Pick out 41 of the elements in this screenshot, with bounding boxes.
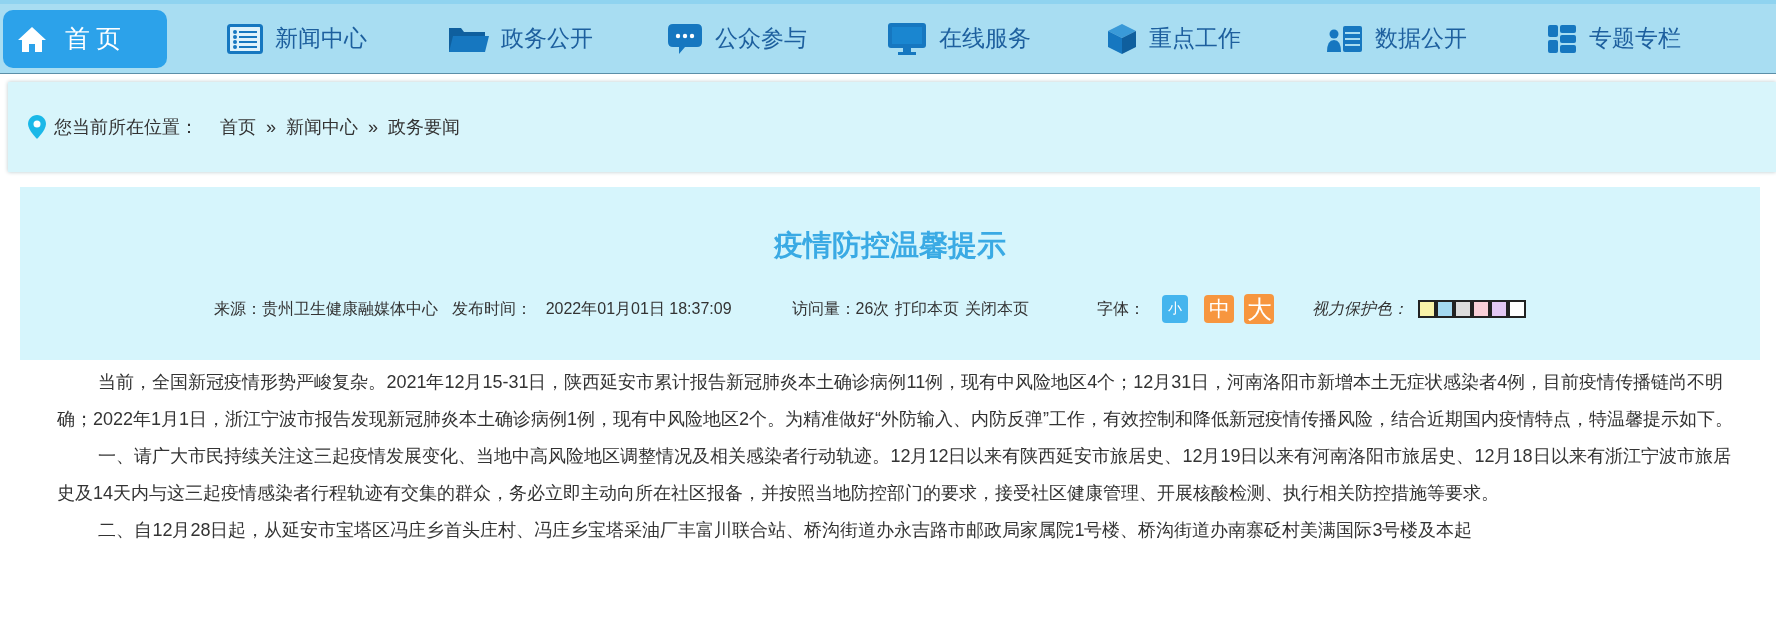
cube-icon	[1107, 22, 1137, 55]
font-size-label: 字体：	[1097, 298, 1146, 319]
color-swatch[interactable]	[1490, 300, 1509, 318]
publish-label: 发布时间：	[451, 298, 532, 319]
breadcrumb-link[interactable]: 首页	[220, 115, 256, 139]
close-link[interactable]: 关闭本页	[965, 298, 1030, 320]
location-pin-icon	[28, 115, 46, 139]
publish-time: 2022年01月01日 18:37:09	[545, 298, 732, 319]
breadcrumb-link[interactable]: 政务要闻	[388, 115, 461, 139]
monitor-icon	[887, 21, 927, 56]
breadcrumb-separator: »	[266, 116, 276, 138]
source-label: 来源：贵州卫生健康融媒体中心	[213, 298, 438, 319]
nav-tab[interactable]: 首页	[3, 9, 167, 68]
article-title: 疫情防控温馨提示	[774, 228, 1006, 263]
nav-tab[interactable]: 重点工作	[1107, 9, 1327, 68]
breadcrumb-link[interactable]: 新闻中心	[286, 115, 358, 139]
article-paragraph: 当前，全国新冠疫情形势严峻复杂。2021年12月15-31日，陕西延安市累计报告新冠肺炎本土确诊病例11例，现有中风险地区4个；12月31日，河南洛阳市新增本土无症状感染者4例，目前疫情传播链尚不明确；2022年1月1日，浙江宁波市报告发现新冠肺炎本土确诊病例1例，现有中风险地区2个。为精准做好“外防输入、内防反弹”工作，有效控制和降低新冠疫情传播风险，结合近期国内疫情特点，特温馨提示如下。	[57, 371, 1735, 431]
color-swatch[interactable]	[1472, 300, 1491, 318]
chat-bubble-icon	[667, 22, 703, 55]
home-icon	[17, 24, 47, 53]
color-swatch[interactable]	[1508, 300, 1527, 318]
color-swatch[interactable]	[1436, 300, 1455, 318]
article-paragraph: 二、自12月28日起，从延安市宝塔区冯庄乡首头庄村、冯庄乡宝塔采油厂丰富川联合站、桥沟街道办永吉路市邮政局家属院1号楼、桥沟街道办南寨砭村美满国际3号楼及本起	[97, 519, 1474, 542]
eye-care-label: 视力保护色：	[1312, 298, 1409, 319]
font-size-button[interactable]: 小	[1162, 295, 1189, 323]
nav-tab[interactable]: 在线服务	[887, 9, 1107, 68]
breadcrumb-separator: »	[368, 116, 379, 138]
nav-tab[interactable]: 新闻中心	[227, 9, 447, 68]
nav-tab[interactable]: 政务公开	[447, 9, 667, 68]
nav-tab[interactable]: 数据公开	[1327, 9, 1547, 68]
breadcrumb-label: 您当前所在位置：	[54, 116, 198, 139]
nav-tab[interactable]: 公众参与	[667, 9, 887, 68]
visit-count: 访问量：26次	[791, 298, 890, 319]
grid-icon	[1547, 23, 1577, 54]
article-paragraph: 一、请广大市民持续关注这三起疫情发展变化、当地中高风险地区调整情况及相关感染者行动轨迹。12月12日以来有陕西延安市旅居史、12月19日以来有河南洛阳市旅居史、12月18日以来有浙江宁波市旅居史及14天内与这三起疫情感染者行程轨迹有交集的群众，务必立即主动向所在社区报备，并按照当地防控部门的要求，接受社区健康管理、开展核酸检测、执行相关防控措施等要求。	[57, 445, 1732, 505]
print-link[interactable]: 打印本页	[895, 298, 960, 320]
color-swatch[interactable]	[1454, 300, 1473, 318]
nav-tab[interactable]: 专题专栏	[1547, 9, 1767, 68]
list-icon	[227, 23, 263, 54]
color-swatch[interactable]	[1418, 300, 1437, 318]
user-list-icon	[1327, 24, 1363, 53]
